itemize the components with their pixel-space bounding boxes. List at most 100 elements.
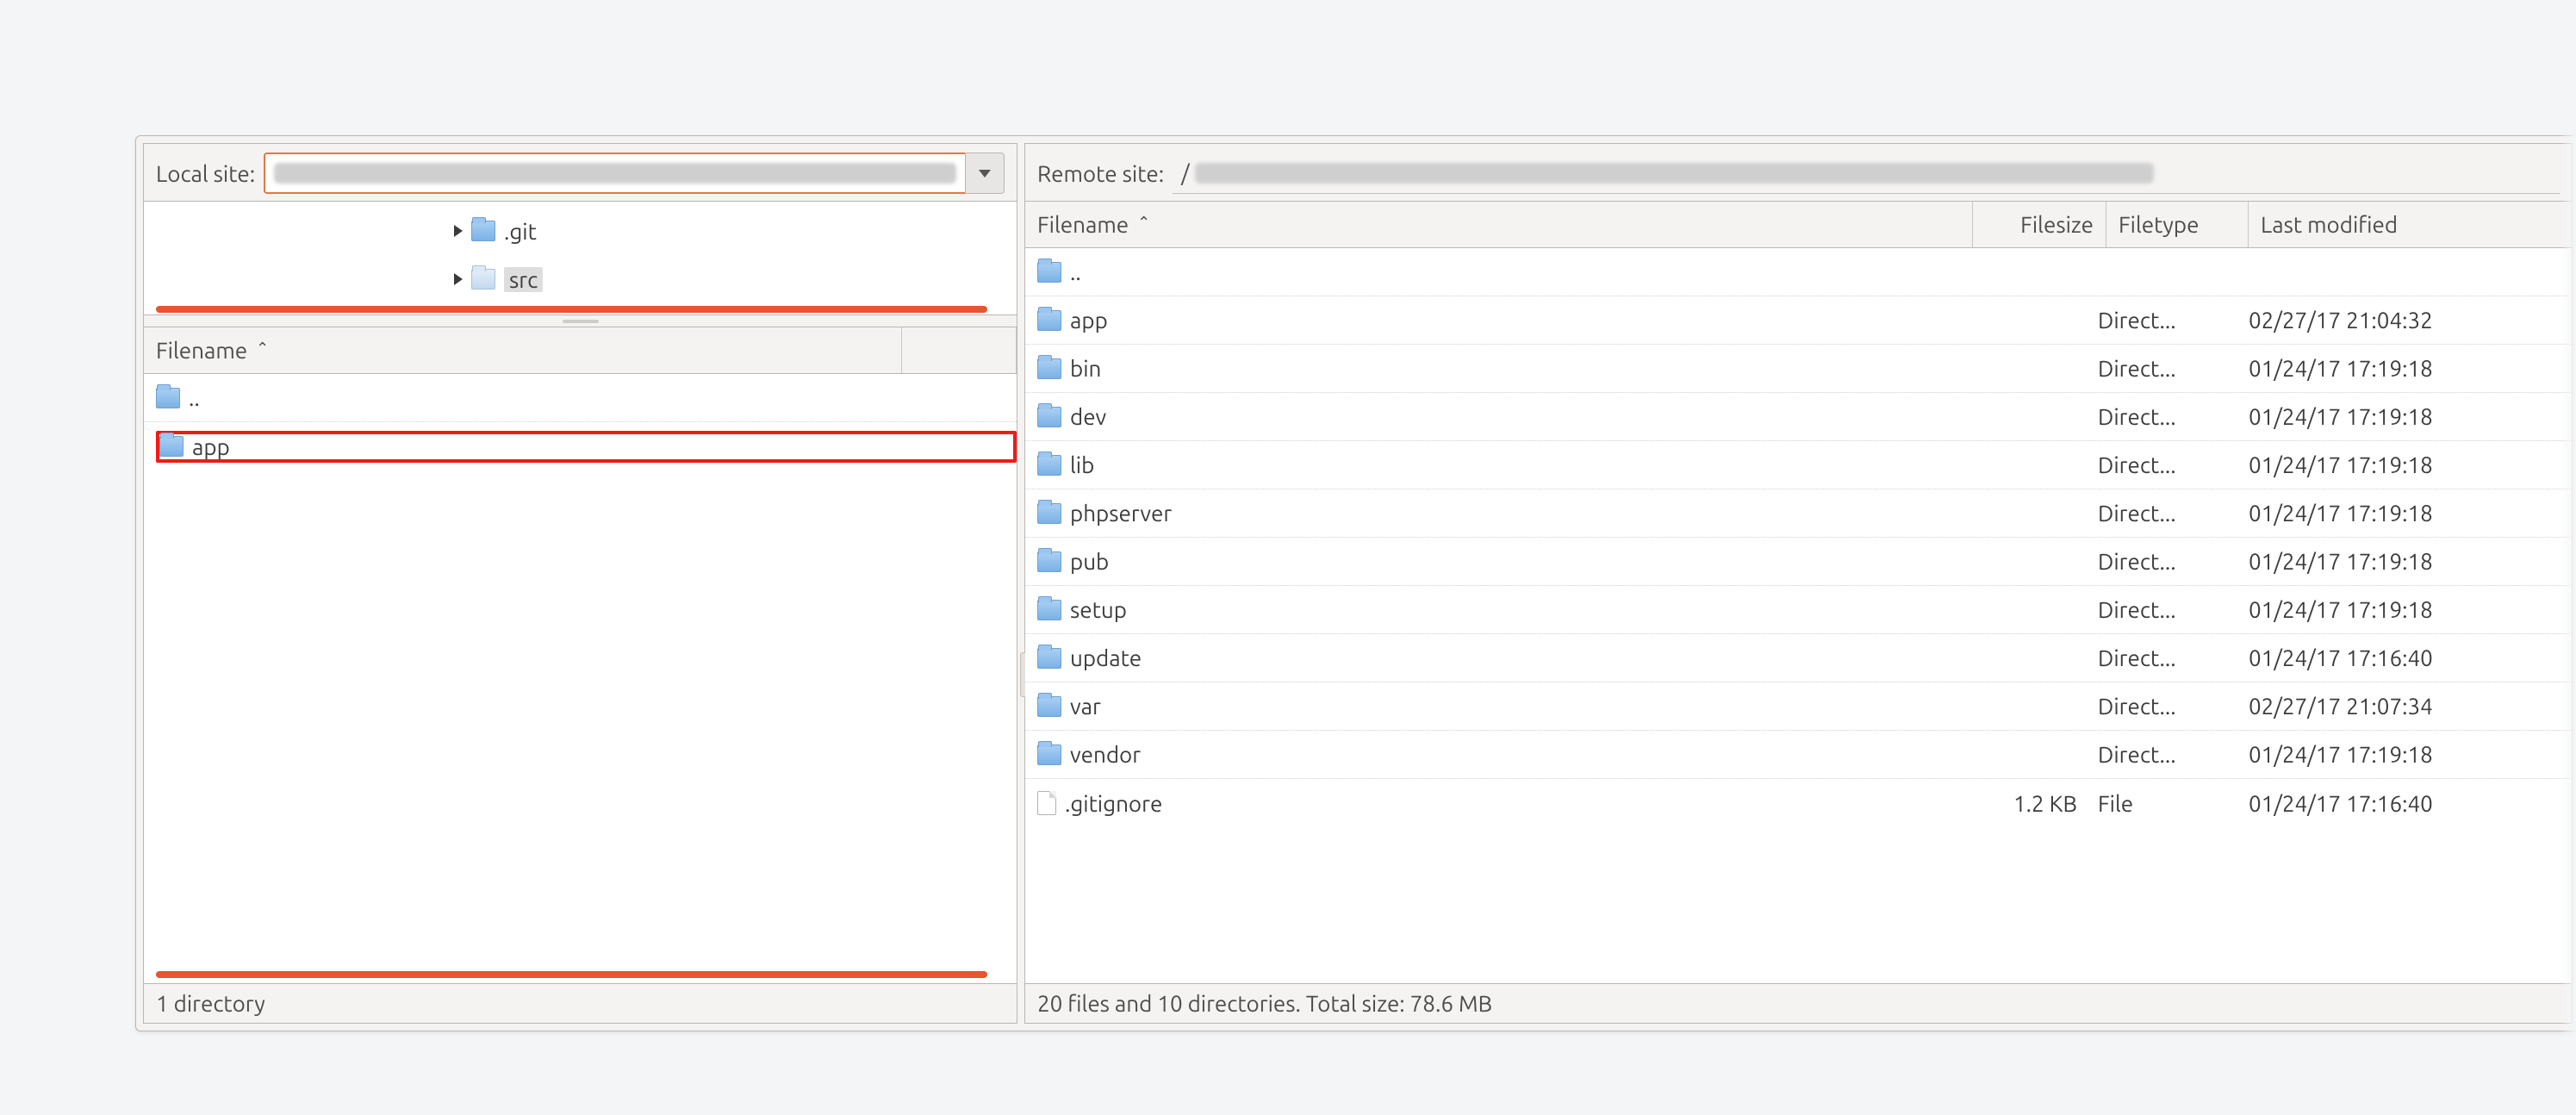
tree-item-src[interactable]: src [144,255,1017,303]
filetype-cell: Direct... [2098,452,2240,477]
remote-column-headers: Filename ⌃ Filesize Filetype Last modifi… [1025,202,2572,248]
folder-icon [1037,551,1061,572]
list-item[interactable]: pubDirect...01/24/17 17:19:18 [1025,538,2572,586]
remote-status-bar: 20 files and 10 directories. Total size:… [1025,983,2572,1023]
remote-site-label: Remote site: [1037,161,1164,186]
list-item-parent[interactable]: .. [144,374,1017,422]
list-item[interactable]: .gitignore1.2 KBFile01/24/17 17:16:40 [1025,779,2572,827]
remote-path-prefix: / [1181,160,1190,185]
col-filename-label: Filename [156,338,247,363]
list-item[interactable]: lib Direct... 01/24/17 17:19:18 [1025,441,2572,489]
splitter-horizontal[interactable] [144,315,1017,327]
folder-icon [1037,262,1061,283]
filename-cell: dev [1070,404,1106,429]
scrollbar-horizontal[interactable] [156,971,987,978]
scrollbar-horizontal[interactable] [156,306,987,313]
folder-icon [1037,358,1061,379]
sort-asc-icon: ⌃ [256,339,269,358]
local-file-list[interactable]: .. app [144,374,1017,983]
folder-icon [1037,407,1061,427]
folder-icon [156,388,180,408]
filename-cell: app [1070,308,1108,333]
modified-cell: 01/24/17 17:16:40 [2249,645,2572,670]
local-site-input[interactable] [264,153,965,194]
filetype-cell: Direct... [2098,645,2240,670]
modified-cell: 01/24/17 17:19:18 [2249,501,2572,526]
filename-cell: lib [1070,452,1094,477]
list-item[interactable]: var Direct... 02/27/17 21:07:34 [1025,682,2572,731]
filename-cell: bin [1070,356,1101,381]
highlight-annotation: app [156,431,1017,463]
folder-icon [159,436,184,457]
col-modified[interactable]: Last modified [2249,202,2572,247]
list-item[interactable]: setup Direct... 01/24/17 17:19:18 [1025,586,2572,634]
sort-asc-icon: ⌃ [1137,214,1150,232]
folder-icon [471,221,495,241]
list-item[interactable]: phpserverDirect...01/24/17 17:19:18 [1025,489,2572,538]
list-item[interactable]: vendorDirect...01/24/17 17:19:18 [1025,731,2572,779]
col-modified-label: Last modified [2261,212,2398,237]
local-panel: Local site: .git [143,143,1017,1024]
local-tree[interactable]: .git src [144,202,1017,315]
filename-cell: app [192,434,230,459]
tree-item-git[interactable]: .git [144,207,1017,255]
col-filetype-label: Filetype [2119,212,2200,237]
col-filename[interactable]: Filename ⌃ [1025,202,1973,247]
filetype-cell: Direct... [2098,356,2240,381]
filename-cell: var [1070,694,1101,719]
folder-icon [1037,696,1061,717]
obscured-path [1195,163,2154,184]
modified-cell: 02/27/17 21:07:34 [2249,694,2572,719]
filetype-cell: Direct... [2098,404,2240,429]
list-item[interactable]: dev Direct... 01/24/17 17:19:18 [1025,393,2572,441]
expand-icon[interactable] [454,273,463,285]
folder-icon [1037,455,1061,476]
col-filename-label: Filename [1037,212,1129,237]
modified-cell: 02/27/17 21:04:32 [2249,308,2572,333]
folder-icon [1037,648,1061,669]
obscured-path [274,163,956,184]
filetype-cell: File [2098,791,2240,816]
remote-panel: Remote site: / Filename ⌃ Filesize Filet… [1024,143,2573,1024]
filetype-cell: Direct... [2098,742,2240,767]
modified-cell: 01/24/17 17:19:18 [2249,404,2572,429]
modified-cell: 01/24/17 17:16:40 [2249,791,2572,816]
filetype-cell: Direct... [2098,501,2240,526]
local-status-text: 1 directory [156,991,265,1016]
list-item-app[interactable]: app [144,422,1017,470]
col-filesize-label: Filesize [2020,212,2094,237]
filetype-cell: Direct... [2098,597,2240,622]
filetype-cell: Direct... [2098,694,2240,719]
local-status-bar: 1 directory [144,983,1017,1023]
col-filesize[interactable]: Filesize [1973,202,2106,247]
remote-file-list[interactable]: .. app Direct... 02/27/17 21:04:32 bin Direct… [1025,248,2572,983]
list-item[interactable]: update Direct... 01/24/17 17:16:40 [1025,634,2572,682]
remote-site-input[interactable]: / [1173,153,2560,194]
folder-icon [471,269,495,290]
list-item[interactable]: app Direct... 02/27/17 21:04:32 [1025,296,2572,345]
expand-icon[interactable] [454,225,463,237]
modified-cell: 01/24/17 17:19:18 [2249,742,2572,767]
ftp-client-window: Local site: .git [135,135,2576,1031]
col-filetype[interactable]: Filetype [2106,202,2249,247]
local-site-combo[interactable] [264,153,1005,194]
folder-icon [1037,310,1061,331]
remote-status-text: 20 files and 10 directories. Total size:… [1037,991,1492,1016]
filename-cell: pub [1070,549,1109,574]
list-item[interactable]: binDirect...01/24/17 17:19:18 [1025,345,2572,393]
list-item[interactable]: .. [1025,248,2572,296]
local-site-dropdown[interactable] [965,153,1005,194]
filesize-cell: 1.2 KB [1968,791,2089,816]
filename-cell: .. [189,385,200,410]
modified-cell: 01/24/17 17:19:18 [2249,597,2572,622]
local-site-label: Local site: [156,161,255,186]
filename-cell: update [1070,645,1142,670]
filetype-cell: Direct... [2098,308,2240,333]
col-filename[interactable]: Filename ⌃ [144,327,902,373]
modified-cell: 01/24/17 17:19:18 [2249,452,2572,477]
file-icon [1037,791,1056,815]
modified-cell: 01/24/17 17:19:18 [2249,549,2572,574]
local-column-headers: Filename ⌃ [144,327,1017,374]
chevron-down-icon [979,170,991,178]
filename-cell: setup [1070,597,1127,622]
